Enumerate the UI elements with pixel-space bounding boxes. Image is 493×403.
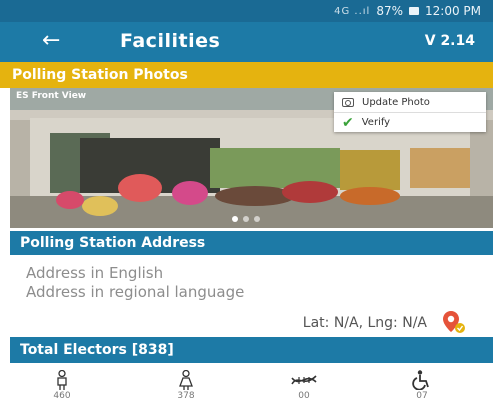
carousel-dot[interactable]	[254, 216, 260, 222]
female-icon	[179, 370, 193, 390]
app-version: V 2.14	[424, 33, 475, 49]
address-panel: Address in English Address in regional l…	[10, 255, 493, 335]
elector-count: 460	[53, 391, 71, 401]
elector-count: 378	[177, 391, 195, 401]
battery-icon	[409, 7, 419, 15]
status-bar: 4G ..ıl 87% 12:00 PM	[0, 0, 493, 22]
elector-categories: 460 378 00 07	[0, 364, 493, 403]
address-section-header: Polling Station Address	[10, 231, 493, 255]
clock: 12:00 PM	[425, 4, 481, 18]
verify-button[interactable]: ✔ Verify	[334, 112, 486, 132]
lat-lng-readout: Lat: N/A, Lng: N/A	[302, 315, 427, 331]
elector-category-third-gender: 00	[284, 370, 324, 401]
elector-category-pwd: 07	[402, 370, 442, 401]
camera-icon	[342, 97, 354, 107]
page-title: Facilities	[120, 30, 221, 52]
carousel-dots	[232, 216, 260, 222]
male-icon	[57, 370, 67, 390]
third-gender-icon	[291, 375, 317, 385]
carousel-dot[interactable]	[232, 216, 238, 222]
carousel-dot[interactable]	[243, 216, 249, 222]
photo-caption: ES Front View	[16, 91, 87, 101]
wheelchair-icon	[412, 370, 429, 390]
signal-icon: 4G ..ıl	[334, 5, 371, 17]
update-photo-button[interactable]: Update Photo	[334, 92, 486, 112]
verify-label: Verify	[361, 117, 391, 128]
location-pin-icon[interactable]	[441, 309, 467, 335]
address-english-field[interactable]: Address in English	[26, 264, 163, 282]
elector-category-male: 460	[42, 370, 82, 401]
update-photo-label: Update Photo	[362, 96, 430, 108]
app-bar: ← Facilities V 2.14	[0, 22, 493, 62]
electors-section-header: Total Electors [838]	[10, 337, 493, 363]
elector-count: 07	[416, 391, 428, 401]
check-icon: ✔	[342, 114, 354, 131]
address-regional-field[interactable]: Address in regional language	[26, 283, 244, 301]
elector-category-female: 378	[166, 370, 206, 401]
elector-count: 00	[298, 391, 310, 401]
battery-level: 87%	[376, 4, 403, 18]
photos-section-header: Polling Station Photos	[0, 62, 493, 88]
arrow-left-icon[interactable]: ←	[42, 30, 60, 52]
photo-action-menu: Update Photo ✔ Verify	[334, 92, 486, 132]
